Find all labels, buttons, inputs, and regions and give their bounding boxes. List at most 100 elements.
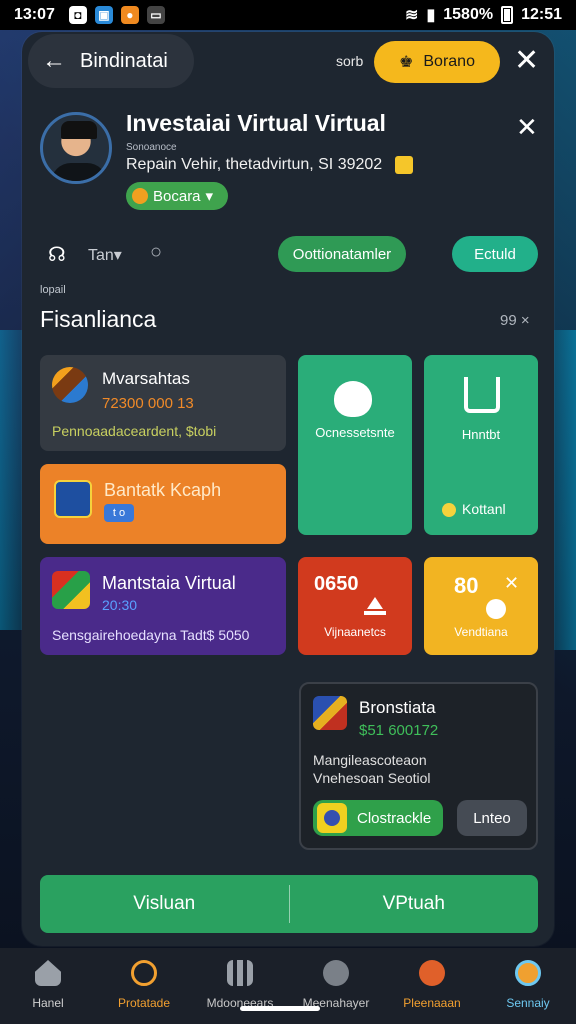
bottom-action-left-button[interactable]: Visluan [40, 875, 289, 933]
sort-label[interactable]: sorb [336, 53, 363, 69]
profile-description-text: Repain Vehir, thetadvirtun, SI 39202 [126, 156, 383, 174]
card-description-line-2: Vnehesoan Seotiol [313, 770, 431, 786]
card-label: Vijnaanetcs [324, 625, 386, 639]
nav-item-home[interactable]: Hanel [0, 948, 96, 1024]
basket-icon [464, 377, 500, 413]
card-title: Bronstiata [359, 698, 436, 717]
back-label: Bindinatai [80, 49, 168, 72]
section-count[interactable]: 99 × [500, 312, 530, 329]
card-hnntbt[interactable]: Hnntbt Kottanl [424, 355, 538, 535]
gold-action-button[interactable]: ♚ Borano [374, 41, 500, 83]
nav-label: Pleenaaan [403, 996, 461, 1010]
card-description-line-1: Mangileascoteaon [313, 752, 427, 768]
card-primary-button[interactable]: Clostrackle [313, 800, 443, 836]
card-red-tile[interactable]: 0650 Vijnaanetcs [298, 557, 412, 655]
nav-label: Protatade [117, 996, 171, 1010]
notification-icon [419, 960, 445, 986]
search-icon[interactable]: ○ [150, 241, 162, 264]
avatar-shirt [51, 163, 107, 181]
coin-icon [317, 803, 347, 833]
filter-pill-teal[interactable]: Ectuld [452, 236, 538, 272]
smile-icon [442, 503, 456, 518]
card-label: Vendtiana [454, 625, 508, 639]
nav-item-protatade[interactable]: Protatade [96, 948, 192, 1024]
card-primary-button-label: Clostrackle [357, 809, 432, 827]
status-clock: 12:51 [521, 6, 562, 23]
home-indicator[interactable] [240, 1006, 320, 1011]
nav-item-meenahayer[interactable]: Meenahayer [288, 948, 384, 1024]
close-profile-icon[interactable]: ✕ [516, 112, 538, 143]
card-value: $51 600172 [359, 722, 439, 739]
profile-description: Repain Vehir, thetadvirtun, SI 39202 [126, 156, 413, 174]
bottom-nav: Hanel Protatade Mdooneears Meenahayer Pl… [0, 948, 576, 1024]
section-small-label: lopail [40, 284, 66, 296]
headset-icon[interactable]: ☊ [48, 242, 66, 267]
card-close-icon[interactable]: ✕ [504, 573, 519, 594]
card-thumbnail [313, 696, 347, 730]
globe-icon [515, 960, 541, 986]
card-label: Ocnessetsnte [315, 425, 395, 440]
battery-icon [501, 6, 514, 24]
close-icon[interactable]: ✕ [514, 46, 539, 76]
card-bantatk[interactable]: Bantatk Kcaph t o [40, 464, 286, 544]
avatar [40, 112, 112, 184]
card-title: Mvarsahtas [102, 369, 190, 388]
card-number: 80 [454, 573, 479, 598]
nav-item-pleenaaan[interactable]: Pleenaaan [384, 948, 480, 1024]
card-footer: Kottanl [442, 501, 506, 518]
tag-label: Tan [88, 247, 114, 264]
notification-app-icon: ◘ [68, 6, 87, 24]
top-bar: ← Bindinatai sorb ♚ Borano ✕ [22, 32, 554, 90]
section-title: Fisanlianca [40, 306, 157, 332]
card-footer-text: Kottanl [462, 501, 506, 517]
app-notification-icon: ● [120, 6, 139, 24]
battery-percent: 1580% [443, 6, 494, 23]
grid-icon [227, 960, 253, 986]
camera-icon [323, 960, 349, 986]
house-icon [364, 597, 386, 615]
card-yellow-tile[interactable]: 80 ✕ Vendtiana [424, 557, 538, 655]
message-notification-icon: ▭ [146, 6, 165, 24]
profile-title: Investaiai Virtual Virtual [126, 110, 386, 136]
back-button[interactable]: ← Bindinatai [28, 34, 194, 88]
bottom-action-right-button[interactable]: VPtuah [290, 875, 539, 933]
nav-label: Sennaiy [506, 996, 550, 1010]
nav-label: Hanel [32, 996, 64, 1010]
gold-button-label: Borano [423, 53, 475, 70]
signal-icon: ▮ [426, 7, 436, 24]
badge-label: Bocara [153, 187, 201, 205]
bottom-action-bar: Visluan VPtuah [40, 875, 538, 933]
tag-dropdown[interactable]: Tan▾ [88, 245, 122, 265]
avatar-cap [61, 121, 97, 139]
nav-item-sennaiy[interactable]: Sennaiy [480, 948, 576, 1024]
nav-item-mdooneears[interactable]: Mdooneears [192, 948, 288, 1024]
photo-notification-icon: ▣ [94, 6, 113, 24]
back-arrow-icon: ← [42, 47, 66, 74]
status-bar: 13:07 ◘ ▣ ● ▭ ≋ ▮ 1580% 12:51 [0, 0, 576, 30]
card-mvarsahtas[interactable]: Mvarsahtas 72300 000 13 Pennoaadacearden… [40, 355, 286, 451]
apple-icon [334, 381, 372, 417]
main-panel: ← Bindinatai sorb ♚ Borano ✕ Investaiai … [22, 32, 554, 946]
card-tag: t o [104, 504, 134, 522]
filter-pill-green[interactable]: Oottionatamler [278, 236, 406, 272]
card-title: Bantatk Kcaph [104, 480, 222, 500]
card-label: Hnntbt [461, 427, 501, 442]
badge-icon: ♚ [399, 54, 414, 71]
card-ocnessetsnte[interactable]: Ocnessetsnte [298, 355, 412, 535]
status-time: 13:07 [14, 6, 55, 23]
card-description: Sensgairehoedayna Tadt$ 5050 [52, 627, 250, 643]
card-secondary-button[interactable]: Lnteo [457, 800, 527, 836]
profile-badge-dropdown[interactable]: Bocara ▾ [126, 182, 228, 210]
card-description: Pennoaadaceardent, $tobi [52, 423, 217, 439]
card-bronstiata: Bronstiata $51 600172 Mangileascoteaon V… [299, 682, 538, 850]
card-thumbnail [52, 367, 88, 403]
card-mantstaia[interactable]: Mantstaia Virtual 20:30 Sensgairehoedayn… [40, 557, 286, 655]
gear-icon [486, 599, 506, 619]
card-thumbnail [54, 480, 92, 518]
gift-icon [394, 156, 413, 174]
card-value: 72300 000 13 [102, 395, 194, 412]
chevron-down-icon: ▾ [205, 188, 214, 205]
card-value: 20:30 [102, 597, 138, 613]
badge-coin-icon [132, 188, 148, 204]
profile-subtitle: Sonoanoce [126, 142, 177, 153]
